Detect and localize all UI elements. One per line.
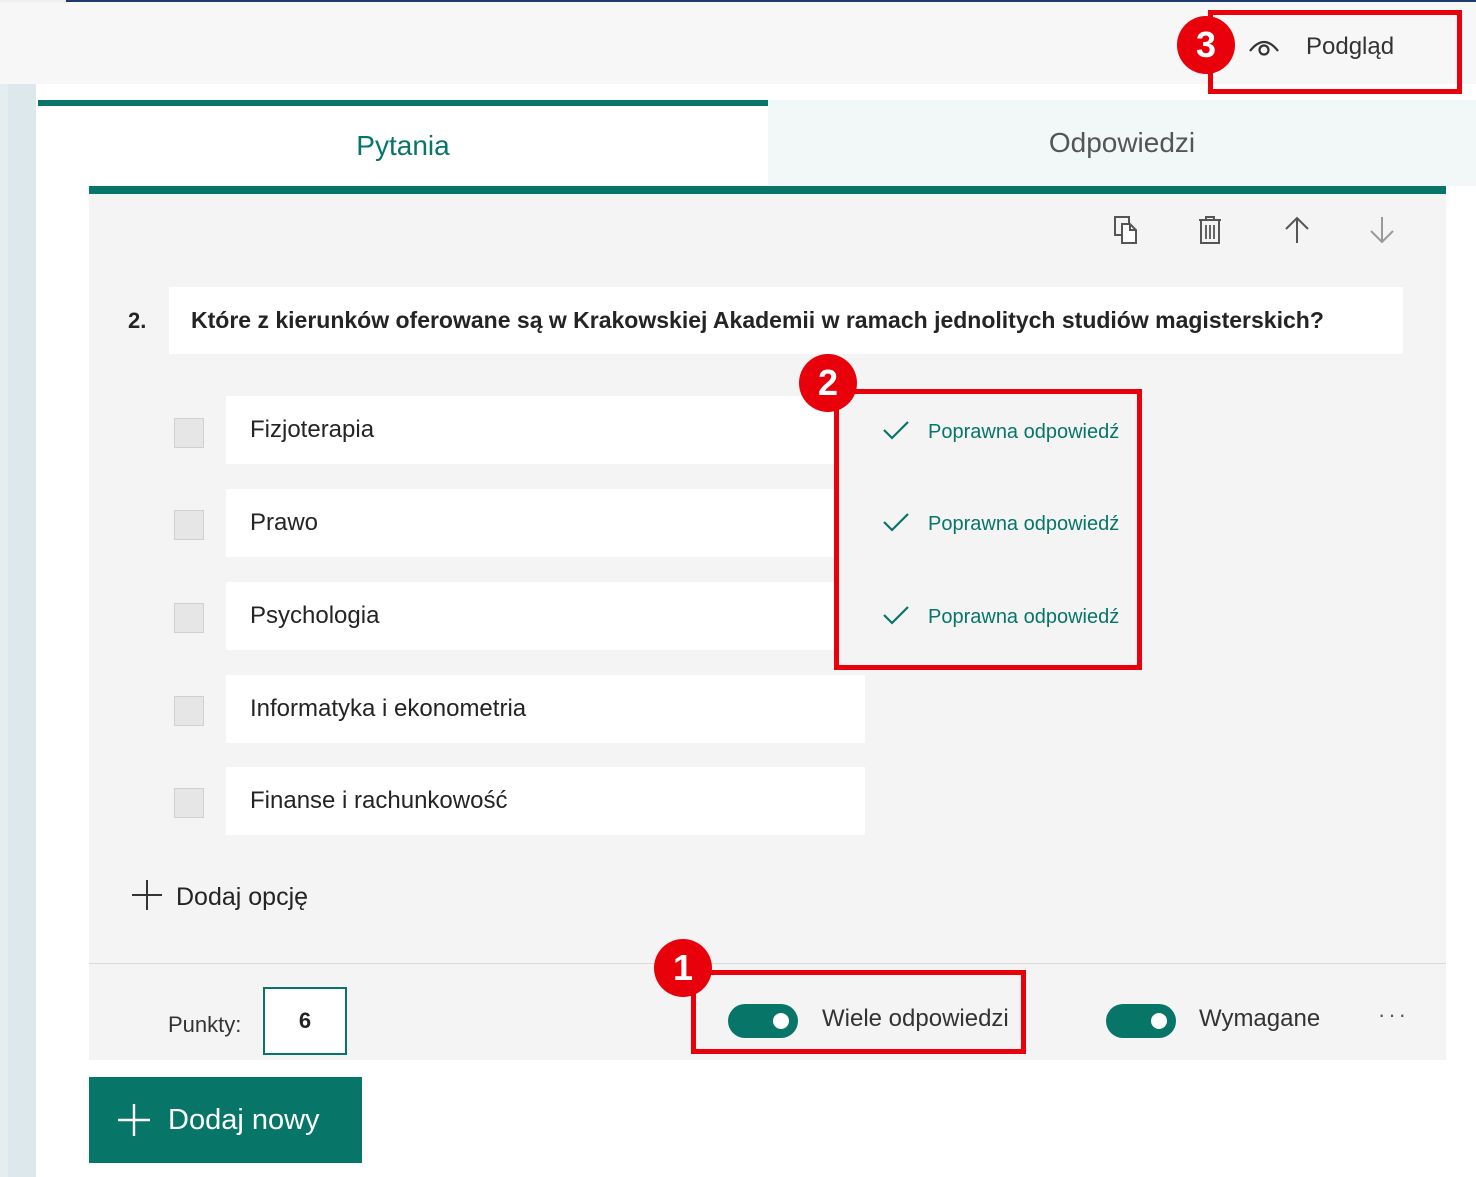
multiple-answers-toggle[interactable]	[728, 1004, 798, 1038]
left-edge	[8, 84, 36, 1177]
preview-button[interactable]: Podgląd	[1244, 22, 1394, 72]
add-new-label: Dodaj nowy	[168, 1103, 320, 1136]
toggle-knob	[1151, 1013, 1167, 1029]
option-checkbox[interactable]	[174, 696, 204, 726]
question-number: 2.	[128, 308, 147, 333]
checkmark-icon	[882, 512, 910, 537]
add-new-button[interactable]: Dodaj nowy	[89, 1077, 362, 1163]
correct-answer-label: Poprawna odpowiedź	[928, 605, 1120, 628]
tab-questions[interactable]: Pytania	[38, 100, 768, 186]
add-option-label: Dodaj opcję	[176, 882, 309, 911]
trash-icon[interactable]	[1190, 210, 1230, 250]
arrow-down-icon[interactable]	[1362, 210, 1402, 250]
tab-responses[interactable]: Odpowiedzi	[768, 100, 1476, 186]
correct-answer-toggle[interactable]: Poprawna odpowiedź	[882, 412, 1119, 452]
copy-icon[interactable]	[1106, 210, 1146, 250]
annotation-badge-3: 3	[1177, 16, 1235, 74]
arrow-up-icon[interactable]	[1277, 210, 1317, 250]
option-input[interactable]: Prawo	[226, 489, 836, 557]
plus-icon	[130, 878, 164, 917]
correct-answer-label: Poprawna odpowiedź	[928, 420, 1120, 443]
checkmark-icon	[882, 605, 910, 630]
option-checkbox[interactable]	[174, 788, 204, 818]
add-option-button[interactable]: Dodaj opcję	[130, 876, 308, 918]
correct-answer-label: Poprawna odpowiedź	[928, 512, 1120, 535]
correct-answer-toggle[interactable]: Poprawna odpowiedź	[882, 504, 1119, 544]
required-label: Wymagane	[1199, 1005, 1321, 1032]
card-divider	[89, 963, 1446, 964]
question-title-input[interactable]: Które z kierunków oferowane są w Krakows…	[169, 287, 1403, 354]
option-input[interactable]: Informatyka i ekonometria	[226, 675, 865, 743]
required-toggle[interactable]	[1106, 1004, 1176, 1038]
option-checkbox[interactable]	[174, 603, 204, 633]
option-input[interactable]: Psychologia	[226, 582, 836, 650]
option-checkbox[interactable]	[174, 510, 204, 540]
points-input[interactable]: 6	[263, 987, 347, 1055]
toggle-knob	[773, 1013, 789, 1029]
option-checkbox[interactable]	[174, 418, 204, 448]
correct-answer-toggle[interactable]: Poprawna odpowiedź	[882, 597, 1119, 637]
plus-icon	[116, 1102, 152, 1138]
points-label: Punkty:	[168, 1012, 242, 1037]
more-options-icon[interactable]: ···	[1378, 1002, 1409, 1028]
tab-underline	[89, 186, 1446, 194]
option-input[interactable]: Fizjoterapia	[226, 396, 836, 464]
annotation-badge-1: 1	[654, 939, 712, 997]
eye-icon	[1244, 27, 1284, 67]
preview-label: Podgląd	[1306, 33, 1395, 60]
option-input[interactable]: Finanse i rachunkowość	[226, 767, 865, 835]
checkmark-icon	[882, 420, 910, 445]
annotation-badge-2: 2	[799, 354, 857, 412]
multiple-answers-label: Wiele odpowiedzi	[822, 1005, 1009, 1032]
